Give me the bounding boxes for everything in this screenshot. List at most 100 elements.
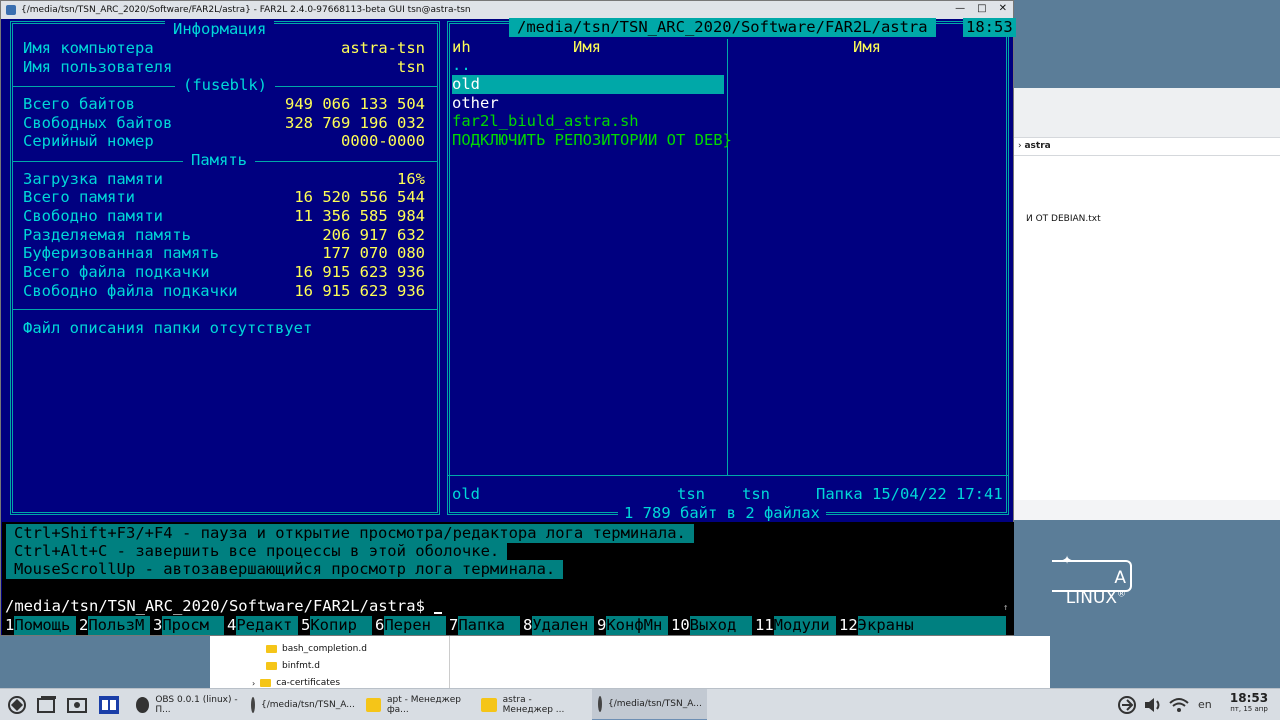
description-note: Файл описания папки отсутствует — [23, 319, 313, 337]
file-item-script[interactable]: far2l_biuld_astra.sh — [452, 112, 724, 131]
key-f12[interactable]: 12 Экраны — [836, 616, 1006, 635]
info-label: Буферизованная память — [23, 244, 219, 262]
info-value: tsn — [397, 58, 425, 76]
key-label: КонфМн — [606, 616, 668, 635]
folder-icon — [366, 698, 381, 712]
network-icon[interactable] — [1116, 695, 1138, 715]
filesystem-title: (fuseblk) — [175, 76, 275, 95]
tree-item-label: bash_completion.d — [282, 644, 367, 654]
taskbar-clock[interactable]: 18:53 пт, 15 апр — [1222, 691, 1276, 713]
panel-totals: 1 789 байт в 2 файлах — [618, 504, 826, 523]
minimize-button[interactable]: — — [955, 3, 965, 14]
start-menu-icon[interactable] — [6, 695, 28, 715]
status-group: tsn — [742, 485, 770, 503]
task-label: astra - Менеджер ... — [502, 695, 565, 715]
column-header-flags: иh — [452, 38, 471, 56]
task-apt-manager[interactable]: apt - Менеджер фа... — [360, 689, 475, 720]
file-item-repo[interactable]: ПОДКЛЮЧИТЬ РЕПОЗИТОРИИ ОТ DEB} — [452, 131, 742, 150]
panel-clock: 18:53 — [963, 18, 1016, 37]
scroll-indicator[interactable]: ↑ — [1003, 599, 1008, 618]
tree-item[interactable]: binfmt.d — [266, 661, 320, 671]
key-f1[interactable]: 1 Помощь — [2, 616, 76, 635]
text-cursor — [434, 611, 443, 614]
key-number: 12 — [836, 616, 858, 635]
background-path-label: astra — [1024, 141, 1051, 151]
clock-time: 18:53 — [1229, 691, 1269, 705]
info-label: Разделяемая память — [23, 226, 191, 244]
key-number: 7 — [446, 616, 459, 635]
background-file-view — [450, 636, 1050, 688]
tree-item[interactable]: › ca-certificates — [252, 678, 340, 688]
brand-registered-mark: ® — [1117, 589, 1126, 600]
info-value: 328 769 196 032 — [285, 114, 425, 132]
key-label: Помощь — [14, 616, 76, 635]
info-row-mem-total: Всего памяти 16 520 556 544 — [23, 188, 425, 207]
file-item-updir[interactable]: .. — [452, 56, 724, 75]
key-f9[interactable]: 9 КонфМн — [594, 616, 668, 635]
task-far-2[interactable]: {/media/tsn/TSN_A... — [592, 689, 707, 720]
info-value: 16 915 623 936 — [294, 263, 425, 281]
far2l-window: {/media/tsn/TSN_ARC_2020/Software/FAR2L/… — [0, 0, 1016, 636]
info-value: 16 520 556 544 — [294, 188, 425, 206]
windows-switcher-icon[interactable] — [36, 695, 58, 715]
maximize-button[interactable]: □ — [977, 3, 986, 14]
tree-item-label: binfmt.d — [282, 661, 320, 671]
task-astra-manager[interactable]: astra - Менеджер ... — [475, 689, 590, 720]
info-label: Имя пользователя — [23, 58, 173, 76]
tree-item[interactable]: bash_completion.d — [266, 644, 367, 654]
info-panel-title: Информация — [165, 20, 275, 39]
background-folder-tree: bash_completion.d binfmt.d › ca-certifica… — [210, 636, 450, 688]
key-f6[interactable]: 6 Перен — [372, 616, 446, 635]
key-label: Папка — [458, 616, 520, 635]
astra-linux-logo: ✦ A LINUX® — [1052, 553, 1132, 608]
command-line[interactable]: /media/tsn/TSN_ARC_2020/Software/FAR2L/a… — [5, 597, 443, 616]
info-label: Свободно памяти — [23, 207, 163, 225]
function-key-bar: 1 Помощь 2 ПользМ 3 Просм 4 Редакт 5 Копир 6П… — [2, 616, 1014, 635]
task-label: apt - Менеджер фа... — [386, 695, 461, 715]
key-f5[interactable]: 5 Копир — [298, 616, 372, 635]
background-file-manager: › astra И ОТ DEBIAN.txt — [1014, 88, 1280, 520]
key-number: 11 — [752, 616, 774, 635]
file-item-old[interactable]: old — [452, 75, 724, 94]
info-value: 949 066 133 504 — [285, 95, 425, 113]
key-f7[interactable]: 7 Папка — [446, 616, 520, 635]
task-obs[interactable]: OBS 0.0.1 (linux) - П... — [130, 689, 245, 720]
key-number: 4 — [224, 616, 237, 635]
key-f10[interactable]: 10 Выход — [668, 616, 752, 635]
volume-icon[interactable] — [1142, 695, 1164, 715]
key-f11[interactable]: 11 Модули — [752, 616, 836, 635]
window-titlebar[interactable]: {/media/tsn/TSN_ARC_2020/Software/FAR2L/… — [1, 1, 1013, 19]
key-f3[interactable]: 3 Просм — [150, 616, 224, 635]
key-f4[interactable]: 4 Редакт — [224, 616, 298, 635]
background-file-name[interactable]: И ОТ DEBIAN.txt — [1026, 214, 1101, 224]
keyboard-layout[interactable]: en — [1198, 698, 1212, 711]
status-owner: tsn — [677, 485, 705, 503]
panel-path[interactable]: /media/tsn/TSN_ARC_2020/Software/FAR2L/a… — [509, 18, 936, 37]
key-label: Просм — [162, 616, 224, 635]
terminal-app-icon[interactable] — [98, 695, 120, 715]
tree-item-label: ca-certificates — [276, 678, 341, 688]
info-value: 177 070 080 — [322, 244, 425, 262]
info-panel[interactable]: Информация Имя компьютера astra-tsn Имя п… — [10, 20, 440, 515]
info-label: Всего байтов — [23, 95, 135, 113]
command-prompt: /media/tsn/TSN_ARC_2020/Software/FAR2L/a… — [5, 597, 435, 615]
key-number: 2 — [76, 616, 89, 635]
window-title: {/media/tsn/TSN_ARC_2020/Software/FAR2L/… — [21, 5, 471, 15]
folder-icon — [260, 679, 272, 687]
close-button[interactable]: ✕ — [999, 3, 1007, 14]
key-label: Экраны — [857, 616, 1006, 635]
key-f2[interactable]: 2 ПользМ — [76, 616, 150, 635]
chevron-right-icon[interactable]: › — [252, 679, 255, 688]
background-path-bar[interactable]: › astra — [1014, 138, 1280, 156]
key-number: 9 — [594, 616, 607, 635]
key-f8[interactable]: 8 Удален — [520, 616, 594, 635]
wifi-icon[interactable] — [1168, 695, 1190, 715]
info-row-mem-buffered: Буферизованная память 177 070 080 — [23, 244, 425, 263]
info-row-total-bytes: Всего байтов 949 066 133 504 — [23, 95, 425, 114]
file-manager-icon[interactable] — [66, 695, 88, 715]
file-item-other[interactable]: other — [452, 94, 724, 113]
task-far-1[interactable]: {/media/tsn/TSN_A... — [245, 689, 357, 720]
column-header-name: Имя — [573, 38, 601, 56]
column-divider — [727, 39, 728, 475]
info-row-mem-shared: Разделяемая память 206 917 632 — [23, 226, 425, 245]
